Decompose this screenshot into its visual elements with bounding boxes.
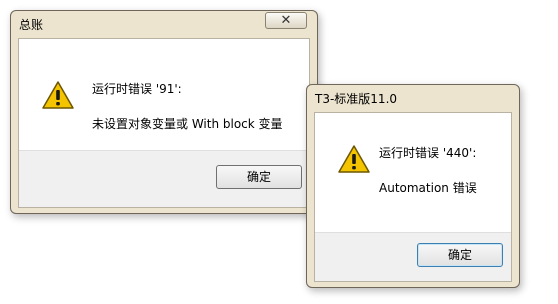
error-message-code: 运行时错误 '440':	[379, 146, 477, 160]
ok-button[interactable]: 确定	[216, 165, 302, 189]
dialog-client-area: 运行时错误 '440': Automation 错误 确定	[314, 112, 512, 282]
error-message-code: 运行时错误 '91':	[92, 82, 182, 96]
dialog-button-bar: 确定	[315, 232, 511, 281]
dialog-t3-error: T3-标准版11.0 运行时错误 '440': Automation 错误 确定	[306, 84, 520, 288]
dialog-title: T3-标准版11.0	[315, 92, 398, 106]
dialog-ledger-error: 总账 ✕ 运行时错误 '91': 未设置对象变量或 With block 变量 …	[10, 10, 318, 214]
dialog-button-bar: 确定	[19, 150, 309, 207]
dialog-client-area: 运行时错误 '91': 未设置对象变量或 With block 变量 确定	[18, 38, 310, 208]
warning-icon	[42, 81, 74, 109]
desktop: 总账 ✕ 运行时错误 '91': 未设置对象变量或 With block 变量 …	[0, 0, 558, 304]
ok-button[interactable]: 确定	[417, 243, 503, 267]
error-message-detail: Automation 错误	[379, 181, 477, 195]
warning-icon	[338, 145, 370, 173]
close-icon: ✕	[280, 13, 292, 28]
close-button[interactable]: ✕	[265, 12, 307, 29]
error-message-detail: 未设置对象变量或 With block 变量	[92, 117, 283, 131]
dialog-title: 总账	[19, 18, 44, 32]
